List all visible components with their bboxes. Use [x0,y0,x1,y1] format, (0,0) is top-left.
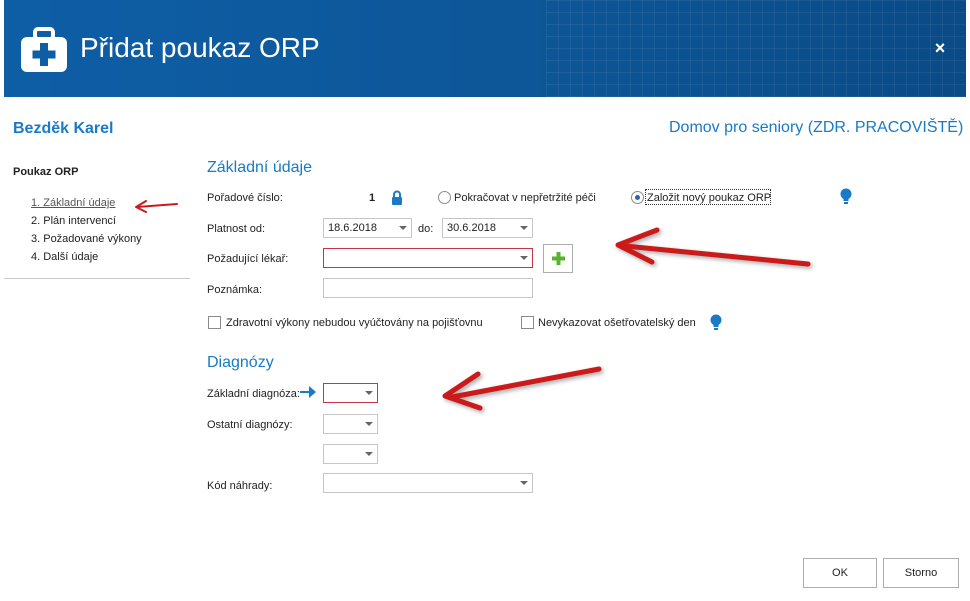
chevron-down-icon [520,226,528,230]
note-label: Poznámka: [207,284,263,296]
checkbox-not-billed[interactable] [208,316,221,329]
header-pattern [546,0,966,97]
sidebar-item-intervention-plan[interactable]: 2. Plán intervencí [31,215,116,227]
replacement-code-select[interactable] [323,473,533,493]
other-diagnoses-label: Ostatní diagnózy: [207,419,293,431]
add-doctor-button[interactable] [543,244,573,273]
sidebar-divider [4,278,190,279]
validity-from-picker[interactable]: 18.6.2018 [323,218,412,238]
chevron-down-icon [365,452,373,456]
dialog-title: Přidat poukaz ORP [80,32,320,63]
other-diagnosis-select-2[interactable] [323,444,378,464]
chevron-down-icon [520,481,528,485]
workplace-link[interactable]: Domov pro seniory (ZDR. PRACOVIŠTĚ) [669,119,963,137]
order-number-value: 1 [369,192,376,204]
validity-to-picker[interactable]: 30.6.2018 [442,218,533,238]
note-input[interactable] [323,278,533,298]
section-title-basic: Základní údaje [207,159,312,176]
sidebar-item-basic-data[interactable]: 1. Základní údaje [31,197,115,209]
sidebar-title: Poukaz ORP [13,166,79,178]
medical-kit-icon [21,27,67,72]
main-diagnosis-label: Základní diagnóza: [207,388,300,400]
chevron-down-icon [399,226,407,230]
doctor-label: Požadující lékař: [207,253,289,265]
validity-from-value: 18.6.2018 [328,222,377,234]
lightbulb-icon[interactable] [710,314,722,331]
ok-button[interactable]: OK [803,558,877,588]
close-icon[interactable]: × [930,38,950,58]
chevron-down-icon [365,422,373,426]
order-number-label: Pořadové číslo: [207,192,283,204]
annotation-arrow-doctor [615,227,811,267]
patient-name: Bezděk Karel [13,120,114,137]
annotation-arrow-diagnosis [442,366,602,411]
validity-to-label: do: [418,223,434,235]
section-title-diagnoses: Diagnózy [207,354,274,371]
checkbox-not-billed-label: Zdravotní výkony nebudou vyúčtovány na p… [226,317,483,329]
validity-to-value: 30.6.2018 [447,222,496,234]
lock-icon [392,190,402,205]
other-diagnosis-select-1[interactable] [323,414,378,434]
plus-icon [552,252,565,265]
replacement-code-label: Kód náhrady: [207,480,273,492]
checkbox-no-nursing-day-label: Nevykazovat ošetřovatelský den [538,317,696,329]
radio-new-voucher[interactable] [631,191,644,204]
annotation-arrow-sidebar [135,200,178,213]
sidebar-item-other-data[interactable]: 4. Další údaje [31,251,98,263]
arrow-right-icon [300,386,316,398]
chevron-down-icon [365,391,373,395]
radio-continue-care-label: Pokračovat v nepřetržité péči [454,192,596,204]
chevron-down-icon [520,256,528,260]
validity-from-label: Platnost od: [207,223,266,235]
doctor-select[interactable] [323,248,533,268]
checkbox-no-nursing-day[interactable] [521,316,534,329]
radio-continue-care[interactable] [438,191,451,204]
main-diagnosis-select[interactable] [323,383,378,403]
radio-new-voucher-label: Založit nový poukaz ORP [647,192,772,204]
sidebar-item-requested-services[interactable]: 3. Požadované výkony [31,233,142,245]
cancel-button[interactable]: Storno [883,558,959,588]
lightbulb-icon[interactable] [840,188,852,205]
